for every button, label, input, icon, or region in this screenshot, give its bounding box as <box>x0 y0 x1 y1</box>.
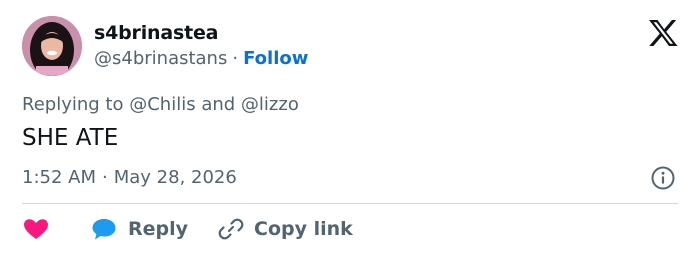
tweet-time[interactable]: 1:52 AM <box>22 167 96 188</box>
x-logo-icon[interactable] <box>648 20 678 46</box>
info-icon[interactable] <box>650 165 676 191</box>
tweet-text: SHE ATE <box>22 125 119 151</box>
link-icon <box>218 218 244 240</box>
handle-separator: · <box>232 48 239 69</box>
avatar-image <box>22 16 82 76</box>
divider <box>22 203 678 204</box>
reply-context-conjunction: and <box>201 94 236 115</box>
author-handle-row: @s4brinastans · Follow <box>94 48 308 69</box>
avatar[interactable] <box>22 16 82 76</box>
mention-lizzo[interactable]: @lizzo <box>241 94 299 115</box>
author-handle[interactable]: @s4brinastans <box>94 48 227 69</box>
mention-chilis[interactable]: @Chilis <box>129 94 195 115</box>
copy-link-button[interactable]: Copy link <box>188 216 353 242</box>
copy-link-label[interactable]: Copy link <box>254 218 353 240</box>
reply-button[interactable]: Reply <box>50 217 188 241</box>
like-button[interactable] <box>22 217 50 241</box>
action-bar: Reply Copy link <box>22 212 353 246</box>
reply-context-prefix: Replying to <box>22 94 124 115</box>
reply-context: Replying to @Chilis and @lizzo <box>22 94 299 115</box>
speech-bubble-icon <box>92 219 116 240</box>
timestamp-separator: · <box>102 167 108 188</box>
tweet-date[interactable]: May 28, 2026 <box>114 167 237 188</box>
author-display-name[interactable]: s4brinastea <box>94 22 218 44</box>
tweet-timestamp[interactable]: 1:52 AM · May 28, 2026 <box>22 167 237 188</box>
heart-icon <box>24 219 48 239</box>
reply-label[interactable]: Reply <box>128 218 188 240</box>
follow-button[interactable]: Follow <box>243 48 308 69</box>
